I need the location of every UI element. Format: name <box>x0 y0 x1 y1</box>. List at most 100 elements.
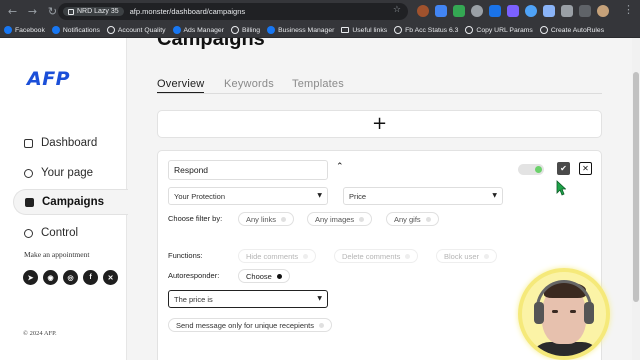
facebook-icon[interactable]: f <box>83 270 98 285</box>
bookmark-item[interactable]: Business Manager <box>267 26 334 34</box>
bookmark-label: Billing <box>241 26 261 34</box>
tab-keywords[interactable]: Keywords <box>224 78 274 90</box>
browser-menu-icon[interactable]: ⋮ <box>623 3 634 16</box>
extension-icon[interactable] <box>507 5 519 17</box>
sidebar-item-dashboard[interactable]: Dashboard <box>13 130 128 156</box>
filter-any-links[interactable]: Any links <box>238 212 295 226</box>
campaign-active-toggle[interactable] <box>518 164 544 175</box>
bookmarks-bar: Facebook Notifications Account Quality Ads … <box>0 23 640 38</box>
bookmark-item[interactable]: Billing <box>230 26 261 34</box>
function-label-text: Hide comments <box>246 251 299 261</box>
logo[interactable]: AFP <box>27 68 70 90</box>
extension-icon[interactable] <box>543 5 555 17</box>
scrollbar-thumb[interactable] <box>633 72 639 302</box>
sidebar-panel-icon[interactable] <box>579 5 591 17</box>
page-scrollbar[interactable] <box>632 38 640 360</box>
extension-icon[interactable] <box>489 5 501 17</box>
sidebar-item-label: Control <box>41 227 79 239</box>
filter-any-images[interactable]: Any images <box>307 212 373 226</box>
condition-select-value: The price is <box>174 294 213 304</box>
sidebar: AFP Dashboard Your page Campaigns Contro… <box>0 38 128 360</box>
protection-select-value: Your Protection <box>174 191 226 201</box>
autoresponder-choose[interactable]: Choose <box>238 269 290 283</box>
facebook-icon <box>267 26 276 34</box>
toggle-dot <box>303 253 309 259</box>
tab-overview[interactable]: Overview <box>157 78 205 93</box>
dropdown-caret-icon: ▼ <box>492 192 497 199</box>
bookmark-label: Ads Manager <box>183 26 224 34</box>
profile-avatar[interactable] <box>597 5 609 17</box>
extension-icon[interactable] <box>453 5 465 17</box>
filter-label-text: Any images <box>315 214 355 224</box>
autoresponder-choose-text: Choose <box>246 271 272 281</box>
filter-any-gifs[interactable]: Any gifs <box>386 212 439 226</box>
profile-chip[interactable]: NRD Lazy 35 <box>63 7 124 16</box>
bookmark-label: Notifications <box>62 26 100 34</box>
dropdown-caret-icon: ▼ <box>317 295 322 302</box>
extension-icon[interactable] <box>417 5 429 17</box>
appointment-link[interactable]: Make an appointment <box>24 250 89 259</box>
bookmark-item[interactable]: Account Quality <box>106 26 166 34</box>
bookmark-item[interactable]: Ads Manager <box>172 26 224 34</box>
sidebar-item-control[interactable]: Control <box>13 220 128 246</box>
bookmark-item[interactable]: Facebook <box>4 26 45 34</box>
bookmark-item[interactable]: Fb Acc Status 6.3 <box>394 26 458 34</box>
extensions-puzzle-icon[interactable] <box>561 5 573 17</box>
function-block-user[interactable]: Block user <box>436 249 498 263</box>
price-select[interactable]: Price ▼ <box>343 187 503 205</box>
unique-recipients-text: Send message only for unique recepients <box>176 320 315 330</box>
forward-icon[interactable]: → <box>24 3 41 20</box>
add-campaign-button[interactable]: + <box>157 110 602 138</box>
sidebar-item-your-page[interactable]: Your page <box>13 160 128 186</box>
save-button[interactable]: ✔ <box>557 162 570 175</box>
x-icon[interactable]: ✕ <box>103 270 118 285</box>
unique-recipients-toggle[interactable]: Send message only for unique recepients <box>168 318 333 332</box>
toggle-dot <box>484 253 490 259</box>
campaign-name-input[interactable] <box>168 160 328 180</box>
function-hide-comments[interactable]: Hide comments <box>238 249 317 263</box>
function-delete-comments[interactable]: Delete comments <box>334 249 419 263</box>
discord-icon[interactable]: ◉ <box>43 270 58 285</box>
filter-label: Choose filter by: <box>168 214 223 223</box>
facebook-icon <box>172 26 181 34</box>
globe-icon <box>465 26 474 34</box>
extension-icon[interactable] <box>471 5 483 17</box>
toggle-dot <box>359 216 365 222</box>
condition-select[interactable]: The price is ▼ <box>168 290 328 308</box>
filter-label-text: Any gifs <box>394 214 421 224</box>
telegram-icon[interactable]: ➤ <box>23 270 38 285</box>
url-text[interactable]: afp.monster/dashboard/campaigns <box>130 7 246 16</box>
bookmark-label: Useful links <box>352 26 388 34</box>
chevron-up-icon[interactable]: ⌃ <box>336 162 344 172</box>
dropdown-caret-icon: ▼ <box>317 192 322 199</box>
extension-icon[interactable] <box>525 5 537 17</box>
sidebar-item-campaigns[interactable]: Campaigns <box>13 189 128 215</box>
bookmark-item[interactable]: Useful links <box>341 27 387 34</box>
protection-select[interactable]: Your Protection ▼ <box>168 187 328 205</box>
facebook-icon <box>4 26 12 34</box>
bookmark-item[interactable]: Create AutoRules <box>539 26 605 34</box>
tab-templates[interactable]: Templates <box>292 78 344 90</box>
bookmark-label: Create AutoRules <box>550 26 605 34</box>
bookmark-label: Fb Acc Status 6.3 <box>405 26 459 34</box>
webcam-eye <box>552 310 558 313</box>
bookmark-item[interactable]: Copy URL Params <box>465 26 533 34</box>
bookmark-item[interactable]: Notifications <box>51 26 100 34</box>
toggle-dot <box>319 322 325 328</box>
bookmark-label: Copy URL Params <box>476 26 533 34</box>
bookmark-label: Account Quality <box>117 26 166 34</box>
page-title: Campaigns <box>157 38 265 50</box>
back-icon[interactable]: ← <box>4 3 21 20</box>
delete-button[interactable]: ✕ <box>579 162 592 175</box>
instagram-icon[interactable]: ◎ <box>63 270 78 285</box>
address-bar[interactable]: NRD Lazy 35 afp.monster/dashboard/campai… <box>58 3 408 20</box>
function-label-text: Delete comments <box>342 251 401 261</box>
bookmark-star-icon[interactable]: ☆ <box>393 5 401 15</box>
toggle-dot <box>281 216 287 222</box>
extension-icon[interactable] <box>435 5 447 17</box>
globe-icon <box>539 26 548 34</box>
plus-icon: + <box>371 113 388 134</box>
browser-toolbar: ← → ↻ NRD Lazy 35 afp.monster/dashboard/… <box>0 0 640 23</box>
globe-icon <box>106 26 115 34</box>
autoresponder-label: Autoresponder: <box>168 271 220 280</box>
